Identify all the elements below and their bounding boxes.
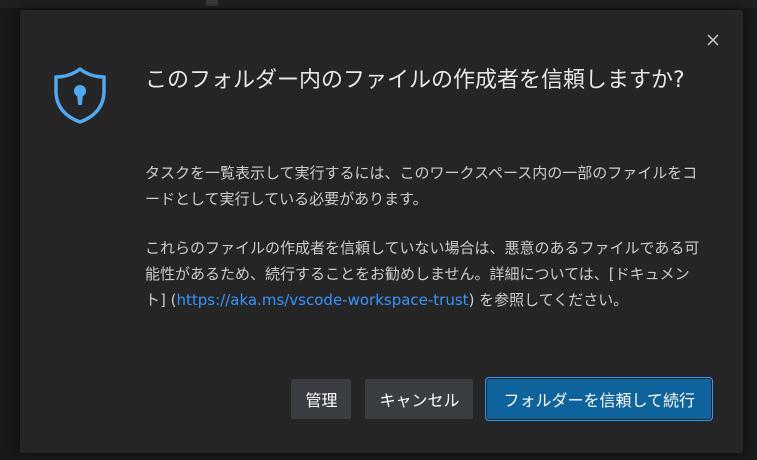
backdrop-hint-mark bbox=[206, 0, 218, 6]
manage-button[interactable]: 管理 bbox=[291, 379, 352, 419]
dialog-message-trust: これらのファイルの作成者を信頼していない場合は、悪意のあるファイルである可能性が… bbox=[145, 235, 705, 313]
dialog-title: このフォルダー内のファイルの作成者を信頼しますか? bbox=[145, 68, 685, 93]
dialog-message-tasks: タスクを一覧表示して実行するには、このワークスペース内の一部のファイルをコードと… bbox=[145, 164, 698, 208]
backdrop-top-strip bbox=[0, 0, 757, 8]
workspace-trust-dialog: このフォルダー内のファイルの作成者を信頼しますか? タスクを一覧表示して実行する… bbox=[20, 10, 743, 453]
cancel-button[interactable]: キャンセル bbox=[365, 379, 474, 419]
dialog-button-row: 管理 キャンセル フォルダーを信頼して続行 bbox=[291, 377, 713, 421]
message-text-after-link: ) を参照してください。 bbox=[468, 291, 629, 309]
close-button[interactable] bbox=[703, 30, 723, 50]
close-icon bbox=[707, 34, 719, 46]
trust-and-continue-button[interactable]: フォルダーを信頼して続行 bbox=[485, 377, 713, 421]
shield-keyhole-icon bbox=[50, 65, 110, 125]
backdrop-left-edge bbox=[0, 0, 20, 460]
documentation-link[interactable]: https://aka.ms/vscode-workspace-trust bbox=[176, 291, 468, 309]
